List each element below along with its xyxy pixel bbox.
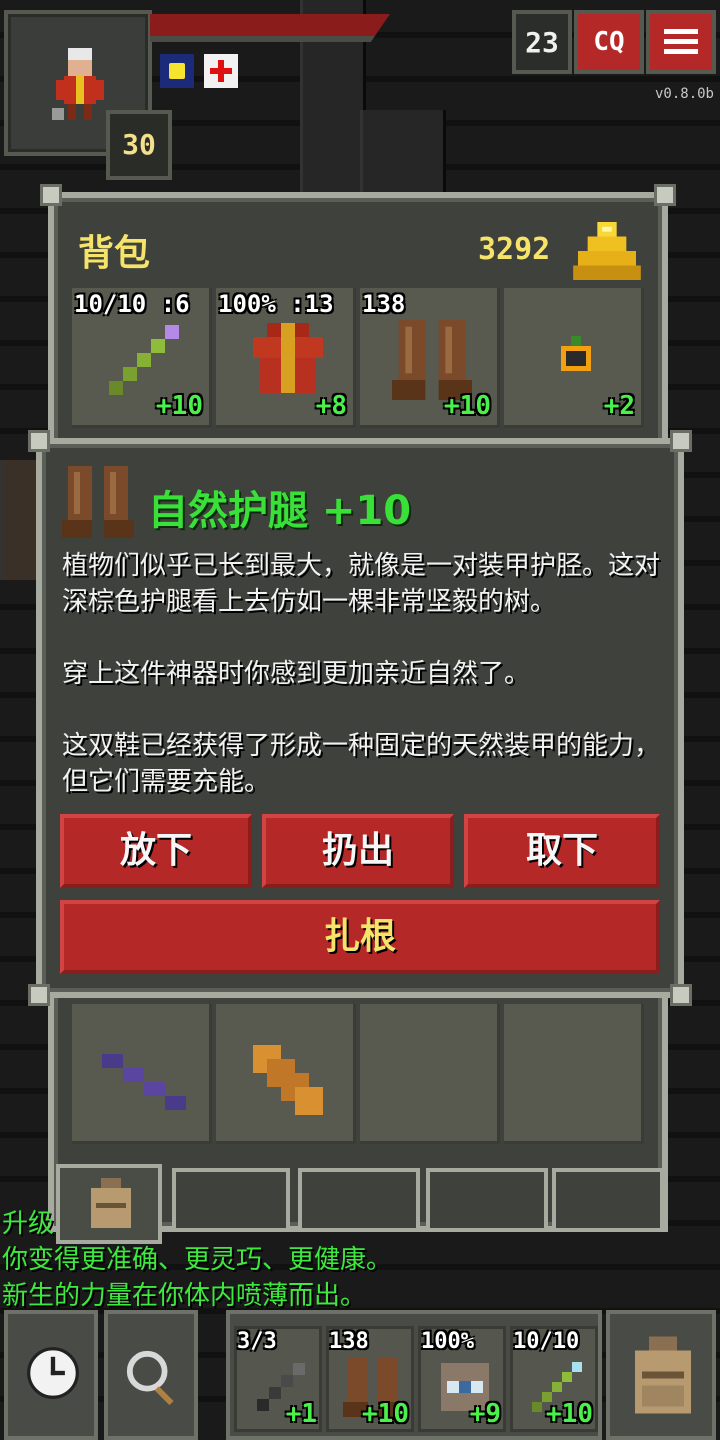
log-line: 升级 — [2, 1209, 55, 1239]
slot-bonus: +9 — [469, 1399, 501, 1429]
window-corner — [670, 984, 692, 1006]
quickslot-3[interactable]: 100% +9 — [418, 1326, 506, 1432]
equipped-ring-slot[interactable]: +2 — [504, 288, 644, 428]
robe-armor-icon — [253, 323, 323, 393]
window-corner — [654, 184, 676, 206]
light-buff-icon[interactable] — [160, 54, 194, 88]
log-line: 新生的力量在你体内喷薄而出。 — [2, 1281, 367, 1311]
dungeon-wall — [360, 110, 446, 200]
inventory-slot[interactable] — [360, 1004, 500, 1144]
unequip-button[interactable]: 取下 — [464, 814, 660, 888]
slot-bonus: +2 — [603, 391, 635, 421]
hero-sprite-icon — [52, 48, 104, 120]
quickslot-2[interactable]: 138 +10 — [326, 1326, 414, 1432]
description-paragraph: 穿上这件神器时你感到更加亲近自然了。 — [62, 659, 531, 689]
greaves-icon — [392, 320, 472, 400]
healing-buff-icon[interactable] — [204, 54, 238, 88]
tab-wand-holster[interactable] — [426, 1168, 548, 1232]
slot-status: 138 — [362, 290, 406, 318]
slot-status: 138 — [329, 1329, 369, 1354]
root-button[interactable]: 扎根 — [60, 900, 660, 974]
clock-icon — [27, 1347, 79, 1399]
purple-wand-icon — [102, 1054, 186, 1110]
throw-button[interactable]: 扔出 — [262, 814, 454, 888]
slot-bonus: +10 — [156, 391, 203, 421]
inventory-slot[interactable] — [216, 1004, 356, 1144]
menu-button[interactable] — [646, 10, 716, 74]
health-bar — [150, 14, 390, 42]
slot-bonus: +8 — [315, 391, 347, 421]
version-label: v0.8.0b — [654, 86, 714, 102]
ring-icon — [561, 336, 591, 371]
gold-amount: 3292 — [478, 232, 551, 267]
quickslot-1[interactable]: 3/3 +1 — [234, 1326, 322, 1432]
inventory-slot[interactable] — [504, 1004, 644, 1144]
description-paragraph: 这双鞋已经获得了形成一种固定的天然装甲的能力，但它们需要充能。 — [62, 731, 661, 797]
scroll-icon — [253, 1045, 323, 1115]
window-corner — [40, 184, 62, 206]
slot-bonus: +10 — [444, 391, 491, 421]
log-line: 你变得更准确、更灵巧、更健康。 — [2, 1245, 393, 1275]
drop-button[interactable]: 放下 — [60, 814, 252, 888]
inventory-button[interactable] — [606, 1310, 716, 1440]
journal-button[interactable]: CQ — [574, 10, 644, 74]
gold-pile-icon — [573, 222, 641, 280]
message-log: 升级 你变得更准确、更灵巧、更健康。 新生的力量在你体内喷薄而出。 — [2, 1206, 392, 1314]
slot-status: 100% :13 — [218, 290, 334, 318]
wait-button[interactable] — [4, 1310, 98, 1440]
window-corner — [28, 430, 50, 452]
magnifier-icon — [126, 1350, 174, 1406]
slot-status: 10/10 — [513, 1329, 580, 1354]
item-description: 植物们似乎已长到最大，就像是一对装甲护胫。这对深棕色护腿看上去仿如一棵非常坚毅的… — [62, 548, 662, 836]
slot-status: 3/3 — [237, 1329, 277, 1354]
equipped-artifact-slot[interactable]: 138 +10 — [360, 288, 500, 428]
equipped-weapon-slot[interactable]: 10/10 :6 +10 — [72, 288, 212, 428]
item-title: 自然护腿 +10 — [148, 488, 412, 534]
wand-icon — [109, 325, 179, 395]
greaves-icon — [62, 466, 134, 538]
window-corner — [670, 430, 692, 452]
backpack-icon — [635, 1336, 691, 1414]
slot-bonus: +10 — [362, 1399, 409, 1429]
slot-status: 100% — [421, 1329, 474, 1354]
inventory-slot[interactable] — [72, 1004, 212, 1144]
menu-icon — [664, 29, 698, 55]
slot-bonus: +10 — [546, 1399, 593, 1429]
backpack-title: 背包 — [78, 233, 151, 274]
description-paragraph: 植物们似乎已长到最大，就像是一对装甲护胫。这对深棕色护腿看上去仿如一棵非常坚毅的… — [62, 551, 661, 617]
tab-potion-bandolier[interactable] — [552, 1168, 664, 1232]
hero-level-badge: 30 — [106, 110, 172, 180]
slot-status: 10/10 :6 — [74, 290, 190, 318]
quickslot-4[interactable]: 10/10 +10 — [510, 1326, 598, 1432]
search-button[interactable] — [104, 1310, 198, 1440]
window-corner — [28, 984, 50, 1006]
slot-bonus: +1 — [285, 1399, 317, 1429]
equipped-armor-slot[interactable]: 100% :13 +8 — [216, 288, 356, 428]
depth-indicator-button[interactable]: 23 — [512, 10, 572, 74]
